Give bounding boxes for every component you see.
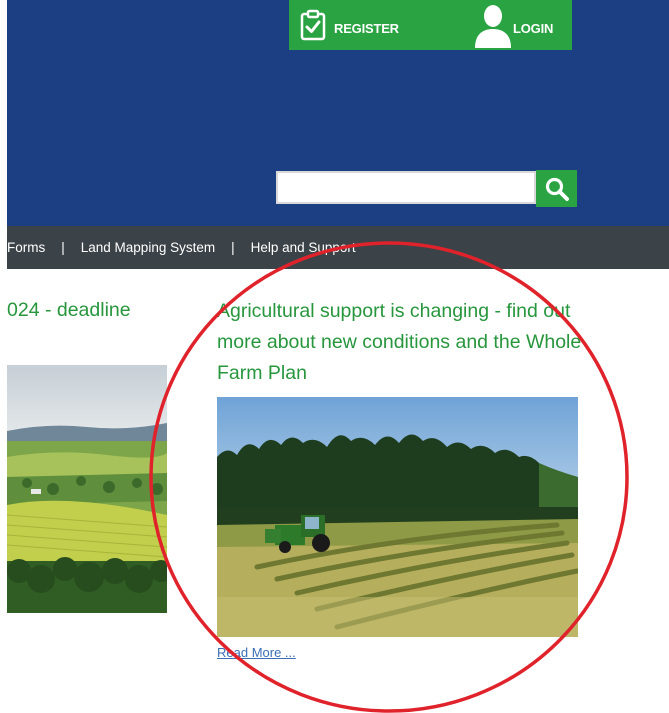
search-button[interactable] (536, 170, 577, 207)
page-edge (0, 0, 7, 713)
nav-item-help-and-support[interactable]: Help and Support (251, 240, 356, 255)
clipboard-check-icon (300, 9, 326, 41)
read-more-link[interactable]: Read More ... (217, 645, 296, 660)
register-label: REGISTER (334, 20, 399, 36)
login-label: LOGIN (513, 20, 554, 36)
main-nav: Forms | Land Mapping System | Help and S… (0, 226, 669, 269)
nav-separator: | (61, 240, 65, 255)
search-icon (545, 177, 569, 201)
news-card-title-right[interactable]: Agricultural support is changing - find … (217, 296, 587, 389)
nav-separator: | (231, 240, 235, 255)
user-icon (475, 5, 511, 48)
nav-item-land-mapping-system[interactable]: Land Mapping System (81, 240, 215, 255)
site-header: REGISTER LOGIN (0, 0, 669, 226)
news-image-hay-field[interactable] (217, 397, 578, 637)
search-input[interactable] (276, 171, 536, 204)
nav-item-forms[interactable]: Forms (7, 240, 45, 255)
news-image-countryside[interactable] (7, 365, 167, 613)
login-button[interactable]: LOGIN (473, 0, 553, 50)
register-button[interactable]: REGISTER (300, 0, 399, 50)
auth-bar: REGISTER LOGIN (289, 0, 572, 50)
news-card-title-left[interactable]: 024 - deadline (7, 295, 131, 326)
countryside-landscape-image (7, 365, 167, 613)
hay-field-tractor-image (217, 397, 578, 637)
